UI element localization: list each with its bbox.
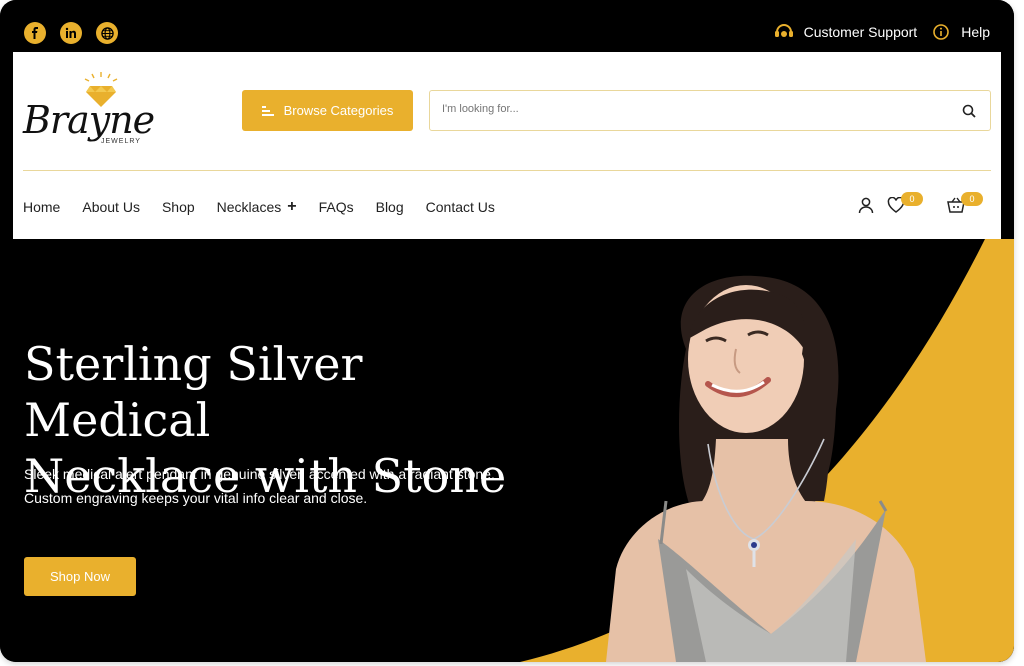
wishlist-count-badge: 0: [901, 192, 923, 206]
globe-icon[interactable]: [96, 22, 118, 44]
browse-categories-label: Browse Categories: [283, 103, 394, 118]
browser-frame: Customer Support Help Brayne JEWELRY Bro…: [0, 0, 1014, 662]
top-bar: Customer Support Help: [0, 0, 1014, 52]
customer-support-link[interactable]: Customer Support: [804, 24, 918, 40]
hero-title-line-1: Sterling Silver Medical: [24, 337, 363, 447]
search-icon[interactable]: [962, 104, 976, 118]
nav-item-blog[interactable]: Blog: [376, 198, 404, 216]
hero-section: Sterling Silver Medical Necklace with St…: [0, 239, 1014, 662]
facebook-icon[interactable]: [24, 22, 46, 44]
nav-item-shop[interactable]: Shop: [162, 198, 195, 216]
nav-item-necklaces[interactable]: Necklaces +: [217, 198, 297, 216]
plus-icon: +: [287, 198, 297, 215]
nav-item-about-us[interactable]: About Us: [82, 198, 140, 216]
header-icons: 0 0: [855, 192, 989, 216]
linkedin-icon[interactable]: [60, 22, 82, 44]
info-icon: [931, 22, 951, 42]
nav-item-home[interactable]: Home: [23, 198, 60, 216]
wishlist-button[interactable]: 0: [885, 192, 923, 216]
site-header: Brayne JEWELRY Browse Categories Home Ab…: [13, 52, 1001, 239]
cart-count-badge: 0: [961, 192, 983, 206]
help-link[interactable]: Help: [961, 24, 990, 40]
cart-button[interactable]: 0: [945, 192, 983, 216]
headset-icon: [774, 22, 794, 42]
list-icon: [261, 105, 274, 116]
header-divider: [23, 170, 991, 171]
nav-item-contact-us[interactable]: Contact Us: [426, 198, 495, 216]
browse-categories-button[interactable]: Browse Categories: [242, 90, 413, 131]
logo-subtitle: JEWELRY: [101, 138, 141, 145]
user-icon[interactable]: [855, 194, 877, 216]
search-box: [429, 90, 991, 131]
hero-description: Sleek medical alert pendant in genuine s…: [24, 466, 495, 506]
nav-item-faqs[interactable]: FAQs: [319, 198, 354, 216]
nav-item-necklaces-label: Necklaces: [216, 199, 282, 215]
main-nav: Home About Us Shop Necklaces + FAQs Blog…: [23, 198, 517, 216]
model-image: [606, 275, 926, 662]
logo-text: Brayne: [23, 98, 155, 142]
brand-logo[interactable]: Brayne JEWELRY: [23, 70, 155, 150]
shop-now-button[interactable]: Shop Now: [24, 557, 136, 596]
topbar-links: Customer Support Help: [774, 22, 990, 42]
search-input[interactable]: [442, 103, 922, 115]
